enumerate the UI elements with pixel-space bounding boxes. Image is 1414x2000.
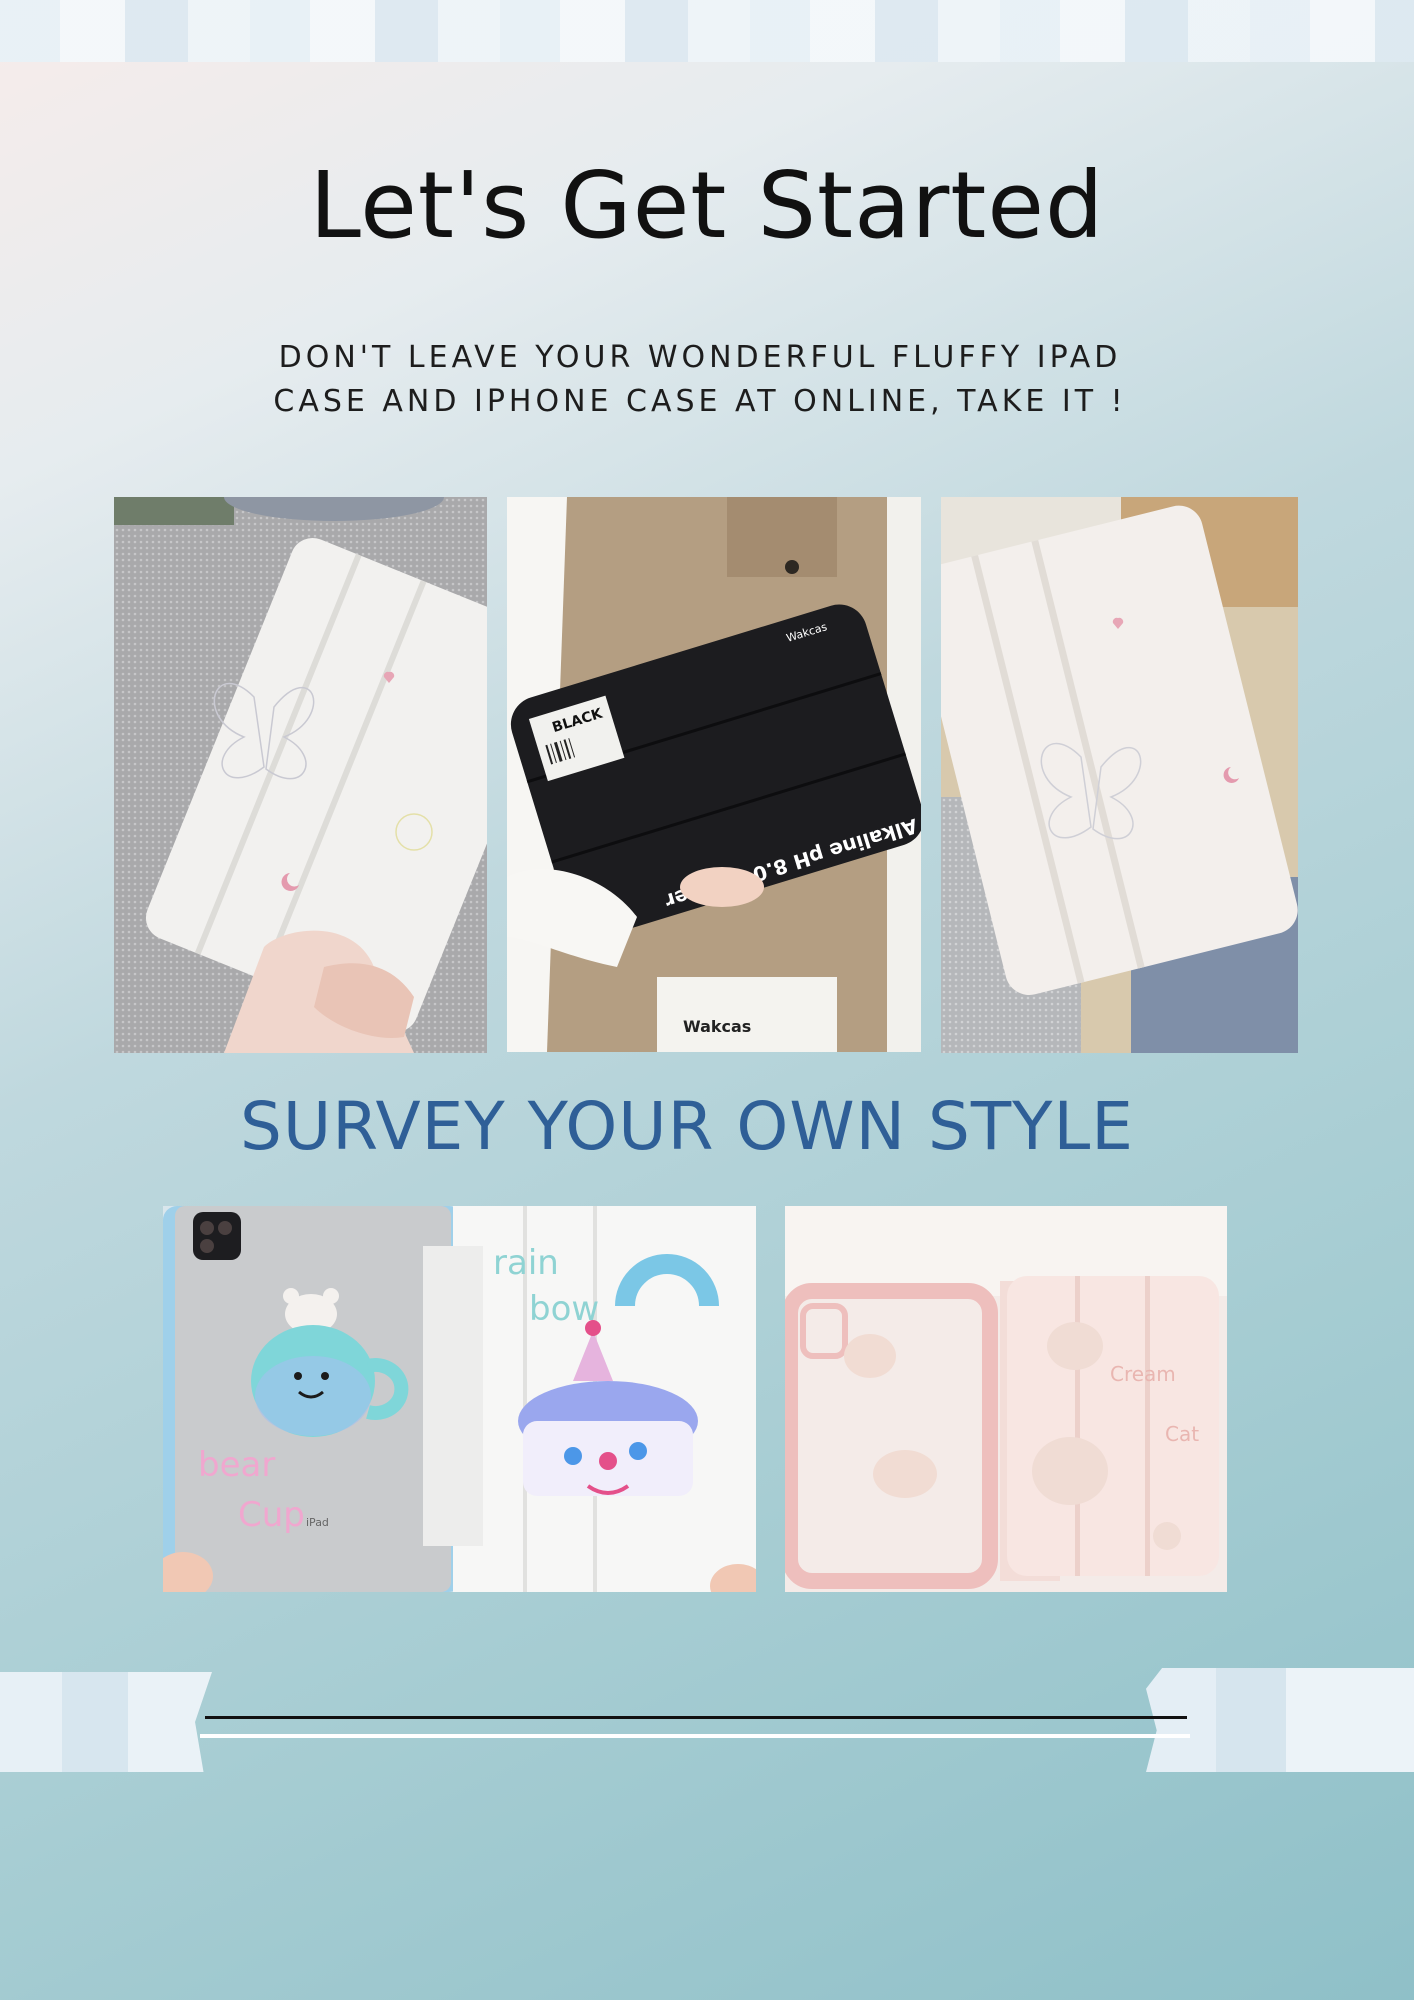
washi-tape-top xyxy=(0,0,1414,62)
washi-tape-right xyxy=(1146,1668,1414,1772)
photo-white-butterfly-case-2 xyxy=(941,497,1298,1053)
divider-line-white xyxy=(200,1734,1190,1738)
ipad-text: iPad xyxy=(306,1516,329,1529)
section-title: SURVEY YOUR OWN STYLE xyxy=(240,1088,1134,1165)
photo-pink-cream-cat-case: Cream Cat xyxy=(785,1206,1227,1592)
brand-watermark: Wakcas xyxy=(683,1017,751,1036)
page-title: Let's Get Started xyxy=(309,152,1105,259)
subtitle-line-2: CASE AND IPHONE CASE AT ONLINE, TAKE IT … xyxy=(273,384,1127,419)
cup-text: Cup xyxy=(238,1495,305,1535)
cream-text: Cream xyxy=(1110,1362,1176,1386)
photo-black-case: BLACK Wakcas Alkaline pH 8.0+ Water Wakc… xyxy=(507,497,921,1052)
divider-line-black xyxy=(205,1716,1187,1719)
washi-tape-left xyxy=(0,1672,212,1772)
poster-page: Let's Get Started DON'T LEAVE YOUR WONDE… xyxy=(0,0,1414,2000)
subtitle-line-1: DON'T LEAVE YOUR WONDERFUL FLUFFY IPAD xyxy=(278,340,1122,375)
subtitle: DON'T LEAVE YOUR WONDERFUL FLUFFY IPAD C… xyxy=(200,336,1200,424)
rain-text: rain xyxy=(493,1243,559,1283)
cat-text: Cat xyxy=(1165,1422,1199,1446)
photo-white-butterfly-case-1 xyxy=(114,497,487,1053)
photo-bear-cup-cake-case: bear Cup iPad rain bow xyxy=(163,1206,756,1592)
bear-text: bear xyxy=(198,1445,275,1485)
